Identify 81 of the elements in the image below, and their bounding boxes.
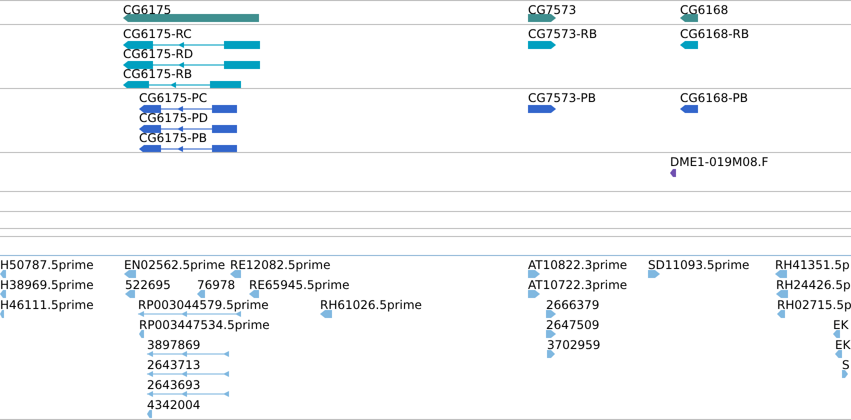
feature-label: 4342004	[147, 398, 200, 412]
est-glyph[interactable]	[775, 270, 787, 278]
est-glyph[interactable]	[197, 290, 205, 298]
est-glyph[interactable]	[125, 290, 135, 298]
est-glyph[interactable]	[546, 330, 556, 338]
transcript-glyph[interactable]	[123, 41, 260, 49]
feature-label: CG6175-PC	[139, 91, 208, 105]
feature-label: RH41351.5p	[775, 258, 850, 272]
transcript-glyph[interactable]	[528, 41, 556, 49]
feature-label: S	[842, 358, 850, 372]
est-glyph[interactable]	[124, 270, 136, 278]
gene-glyph[interactable]	[528, 14, 556, 22]
feature-label: CG7573	[528, 3, 576, 17]
est-glyph[interactable]	[833, 330, 840, 338]
feature-label: CG6175-PB	[139, 131, 208, 145]
feature-label: RE12082.5prime	[230, 258, 330, 272]
feature-label: RP003044579.5prime	[138, 298, 269, 312]
est-glyph[interactable]	[0, 310, 4, 318]
est-glyph[interactable]	[546, 310, 556, 318]
est-glyph[interactable]	[776, 290, 788, 298]
est-glyph[interactable]	[138, 310, 241, 318]
feature-label: 3702959	[547, 338, 600, 352]
protein-glyph[interactable]	[528, 105, 556, 113]
transcript-glyph[interactable]	[123, 81, 241, 88]
feature-label: RP003447534.5prime	[139, 318, 270, 332]
est-glyph[interactable]	[230, 270, 241, 278]
feature-label: 522695	[125, 278, 171, 292]
feature-label: SD11093.5prime	[648, 258, 750, 272]
est-glyph[interactable]	[249, 290, 259, 298]
est-glyph[interactable]	[0, 270, 6, 278]
feature-label: CG6168-RB	[680, 27, 750, 41]
feature-label: AT10822.3prime	[528, 258, 628, 272]
feature-label: RH02715.5p	[777, 298, 851, 312]
est-glyph[interactable]	[320, 310, 332, 318]
feature-label: H46111.5prime	[0, 298, 94, 312]
est-glyph[interactable]	[835, 350, 842, 358]
feature-label: CG6175-PD	[139, 111, 208, 125]
feature-label: RH24426.5p	[776, 278, 851, 292]
est-glyph[interactable]	[528, 290, 540, 298]
est-glyph[interactable]	[842, 370, 848, 378]
clone-glyph[interactable]	[670, 169, 676, 177]
feature-label: CG6175-RD	[123, 47, 194, 61]
feature-label: EN02562.5prime	[124, 258, 226, 272]
est-glyph[interactable]	[147, 370, 229, 378]
est-glyph[interactable]	[147, 350, 229, 358]
protein-glyph[interactable]	[139, 125, 237, 133]
feature-label: EK	[835, 338, 850, 352]
feature-label: 2666379	[546, 298, 600, 312]
est-glyph[interactable]	[547, 350, 555, 358]
feature-label: CG6175-RB	[123, 67, 192, 81]
feature-label: CG6168	[680, 3, 728, 17]
feature-label: 2643693	[147, 378, 200, 392]
est-glyph[interactable]	[777, 310, 785, 318]
feature-label: 76978	[197, 278, 236, 292]
feature-label: CG7573-RB	[528, 27, 598, 41]
feature-label: H50787.5prime	[0, 258, 94, 272]
est-glyph[interactable]	[147, 410, 152, 418]
feature-label: CG6168-PB	[680, 91, 748, 105]
transcript-glyph[interactable]	[123, 61, 260, 69]
feature-label: 2643713	[147, 358, 200, 372]
protein-glyph[interactable]	[139, 105, 237, 113]
feature-label: EK	[833, 318, 848, 332]
feature-label: 2647509	[546, 318, 600, 332]
protein-glyph[interactable]	[139, 145, 237, 152]
feature-label: CG6175-RC	[123, 27, 192, 41]
gene-glyph[interactable]	[680, 14, 698, 22]
feature-label: DME1-019M08.F	[670, 155, 768, 169]
est-glyph[interactable]	[139, 330, 144, 338]
protein-glyph[interactable]	[680, 105, 698, 113]
feature-label: CG7573-PB	[528, 91, 596, 105]
feature-label: CG6175	[123, 3, 172, 17]
feature-label: RE65945.5prime	[249, 278, 350, 292]
feature-label: 3897869	[147, 338, 200, 352]
est-glyph[interactable]	[147, 390, 229, 398]
est-glyph[interactable]	[528, 270, 540, 278]
est-glyph[interactable]	[648, 270, 660, 278]
est-glyph[interactable]	[0, 290, 6, 298]
feature-label: RH61026.5prime	[320, 298, 422, 312]
feature-label: H38969.5prime	[0, 278, 94, 292]
transcript-glyph[interactable]	[680, 41, 698, 49]
feature-label: AT10722.3prime	[528, 278, 628, 292]
